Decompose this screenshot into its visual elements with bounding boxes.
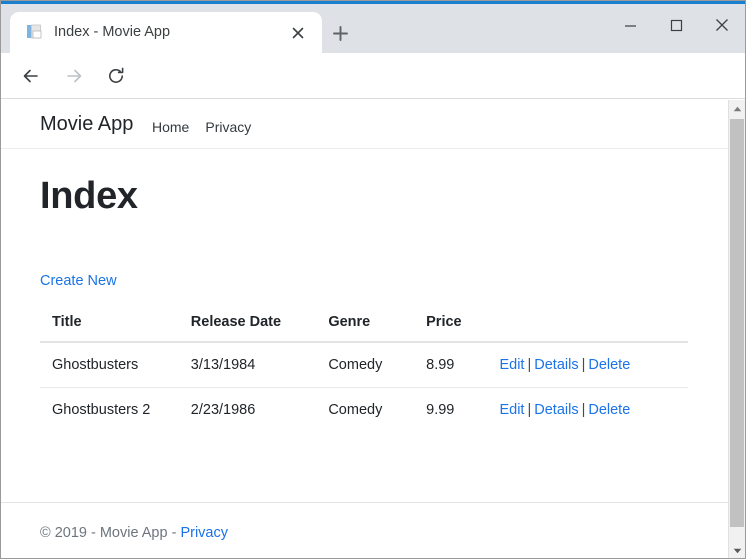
details-link[interactable]: Details: [534, 402, 578, 418]
close-icon[interactable]: [288, 23, 308, 43]
cell-price: 8.99: [426, 342, 500, 388]
column-header-title: Title: [40, 306, 191, 343]
browser-toolbar: https://localhost:5001/Movies?searchStri…: [1, 53, 745, 145]
tab-title: Index - Movie App: [54, 24, 171, 40]
action-separator: |: [527, 357, 532, 373]
scrollbar-thumb[interactable]: [730, 119, 744, 527]
footer-copyright: © 2019 - Movie App - Privacy: [40, 525, 228, 541]
table-body: Ghostbusters 3/13/1984 Comedy 8.99 Edit |…: [40, 342, 688, 432]
details-link[interactable]: Details: [534, 357, 578, 373]
column-header-release: Release Date: [190, 306, 329, 343]
action-separator: |: [581, 357, 586, 373]
browser-tab[interactable]: Index - Movie App: [10, 12, 322, 53]
delete-link[interactable]: Delete: [588, 357, 630, 373]
vertical-scrollbar[interactable]: [728, 100, 745, 558]
cell-title: Ghostbusters 2: [52, 402, 151, 418]
site-navbar: Movie App Home Privacy: [1, 100, 728, 149]
page-viewport: Movie App Home Privacy Index Create New …: [1, 100, 728, 558]
table-row: Ghostbusters 2 2/23/1986 Comedy 9.99 Edi…: [40, 388, 688, 433]
nav-link-home[interactable]: Home: [152, 119, 189, 135]
scroll-up-icon[interactable]: [729, 100, 745, 117]
page-document-icon: [26, 23, 44, 41]
cell-genre: Comedy: [328, 402, 383, 418]
reload-button[interactable]: [101, 61, 131, 91]
action-separator: |: [581, 402, 586, 418]
cell-title: Ghostbusters: [40, 342, 191, 388]
edit-link[interactable]: Edit: [499, 357, 524, 373]
column-header-genre: Genre: [328, 306, 427, 343]
table-header: Title Release Date Genre Price: [40, 306, 688, 343]
cell-actions: Edit | Details | Delete: [499, 342, 688, 388]
new-tab-button[interactable]: [326, 19, 354, 47]
delete-link[interactable]: Delete: [588, 402, 630, 418]
site-footer: © 2019 - Movie App - Privacy: [1, 502, 728, 558]
footer-privacy-link[interactable]: Privacy: [180, 525, 228, 541]
cell-release: 2/23/1986: [190, 402, 256, 418]
nav-link-privacy[interactable]: Privacy: [205, 119, 251, 135]
site-brand[interactable]: Movie App: [40, 113, 133, 136]
cell-release: 3/13/1984: [190, 342, 329, 388]
cell-actions: Edit | Details | Delete: [499, 388, 688, 433]
table-header-row: Title Release Date Genre Price: [40, 306, 688, 343]
cell-genre: Comedy: [328, 342, 427, 388]
close-window-button[interactable]: [699, 7, 745, 43]
create-new-link[interactable]: Create New: [40, 273, 117, 289]
edit-link[interactable]: Edit: [499, 402, 524, 418]
table-row: Ghostbusters 3/13/1984 Comedy 8.99 Edit |…: [40, 342, 688, 388]
forward-button[interactable]: [59, 61, 89, 91]
site-nav-links: Home Privacy: [152, 119, 251, 135]
scroll-down-icon[interactable]: [729, 542, 745, 558]
minimize-button[interactable]: [607, 7, 653, 43]
column-header-actions: [499, 306, 688, 343]
browser-window: Index - Movie App Movie App Home Privacy…: [0, 0, 746, 559]
window-controls: [607, 7, 745, 43]
tab-strip: Index - Movie App: [1, 4, 745, 53]
maximize-button[interactable]: [653, 7, 699, 43]
cell-price: 9.99: [426, 402, 455, 418]
movies-table: Title Release Date Genre Price Ghostbust…: [40, 306, 688, 432]
action-separator: |: [527, 402, 532, 418]
footer-copyright-text: © 2019 - Movie App -: [40, 525, 181, 541]
page-title: Index: [40, 175, 138, 217]
back-button[interactable]: [16, 61, 46, 91]
column-header-price: Price: [426, 306, 500, 343]
